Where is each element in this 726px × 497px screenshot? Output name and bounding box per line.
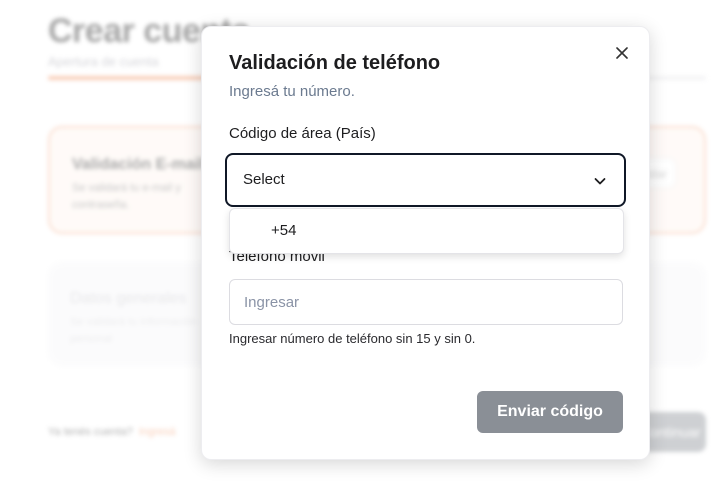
phone-input[interactable] xyxy=(229,279,623,325)
phone-hint: Ingresar número de teléfono sin 15 y sin… xyxy=(229,331,476,346)
area-code-selected-value: Select xyxy=(243,171,285,188)
option-label: +54 xyxy=(271,222,297,239)
send-code-button[interactable]: Enviar código xyxy=(477,391,623,433)
modal-subtitle: Ingresá tu número. xyxy=(229,83,355,100)
close-icon xyxy=(616,47,628,59)
phone-validation-modal: Validación de teléfono Ingresá tu número… xyxy=(201,26,650,460)
area-code-dropdown: +54 xyxy=(229,208,624,254)
chevron-down-icon xyxy=(594,178,606,185)
area-code-label: Código de área (País) xyxy=(229,125,376,142)
area-code-option[interactable]: +54 xyxy=(230,209,623,253)
close-button[interactable] xyxy=(610,41,634,65)
modal-title: Validación de teléfono xyxy=(229,52,441,74)
area-code-select[interactable]: Select xyxy=(225,153,626,207)
